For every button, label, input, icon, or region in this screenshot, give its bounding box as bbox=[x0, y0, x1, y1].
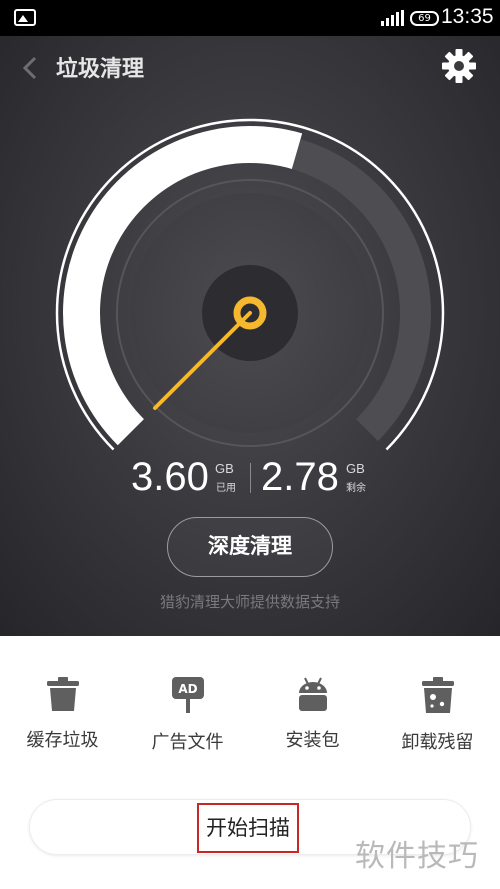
residual-bin-icon bbox=[421, 677, 454, 713]
tool-label: 广告文件 bbox=[151, 732, 224, 753]
svg-text:AD: AD bbox=[178, 682, 197, 696]
tool-ad-files[interactable]: AD 广告文件 bbox=[125, 676, 250, 754]
tool-label: 安装包 bbox=[285, 730, 340, 751]
gallery-notification-icon bbox=[14, 9, 36, 26]
status-bar: 69 13:35 bbox=[0, 0, 500, 36]
tool-uninstall-residue[interactable]: 卸载残留 bbox=[375, 676, 500, 754]
free-storage-value: 2.78 bbox=[261, 455, 339, 499]
tool-label: 缓存垃圾 bbox=[26, 730, 99, 751]
used-storage-value: 3.60 bbox=[131, 455, 209, 499]
status-time: 13:35 bbox=[441, 5, 494, 28]
signal-icon bbox=[381, 10, 405, 26]
tool-label: 卸载残留 bbox=[401, 732, 474, 753]
battery-icon: 69 bbox=[410, 11, 439, 26]
data-credit: 猎豹清理大师提供数据支持 bbox=[159, 593, 340, 611]
used-storage-unit: GB bbox=[215, 461, 234, 476]
ad-sign-icon: AD bbox=[171, 677, 204, 713]
free-storage-unit: GB bbox=[346, 461, 365, 476]
trash-icon bbox=[46, 677, 79, 711]
start-scan-button[interactable]: 开始扫描 bbox=[197, 803, 299, 853]
readout-divider bbox=[250, 463, 251, 493]
used-storage-label: 已用 bbox=[216, 483, 236, 494]
back-arrow-icon[interactable] bbox=[22, 56, 38, 80]
deep-clean-button[interactable]: 深度清理 bbox=[167, 517, 333, 577]
watermark: 软件技巧 bbox=[355, 839, 479, 874]
free-storage-label: 剩余 bbox=[346, 483, 366, 494]
page-title: 垃圾清理 bbox=[56, 57, 145, 82]
tool-cache-junk[interactable]: 缓存垃圾 bbox=[0, 676, 125, 752]
tool-install-packages[interactable]: 安装包 bbox=[250, 676, 375, 752]
android-icon bbox=[298, 677, 327, 711]
storage-readout: 3.60 GB 已用 2.78 GB 剩余 bbox=[0, 455, 500, 505]
gear-icon[interactable] bbox=[441, 48, 477, 84]
